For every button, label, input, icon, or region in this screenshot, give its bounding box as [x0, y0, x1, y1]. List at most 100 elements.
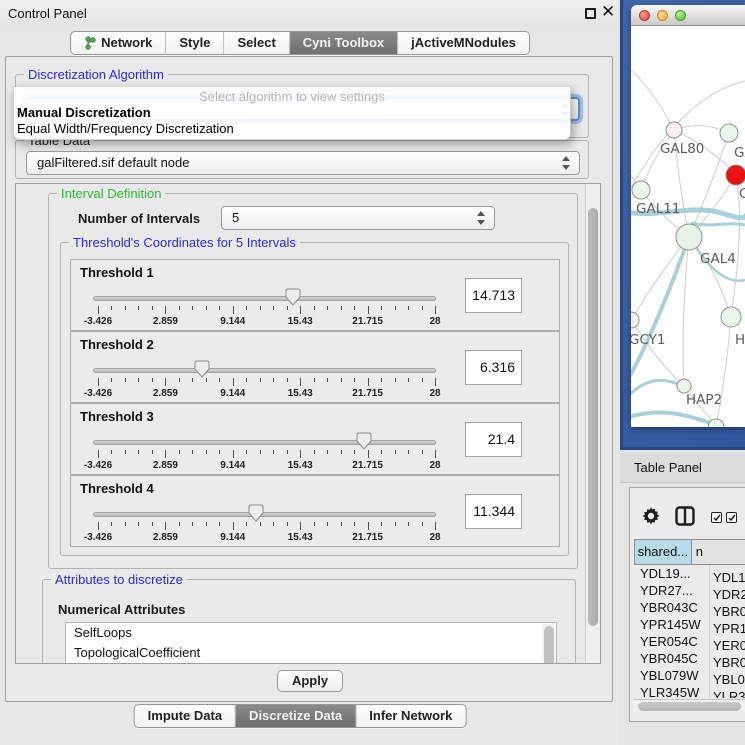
tab-impute-data[interactable]: Impute Data [135, 705, 236, 727]
checkbox-icon[interactable] [711, 512, 722, 523]
network-node[interactable] [666, 122, 682, 138]
apply-button[interactable]: Apply [277, 670, 343, 692]
tick-mark [152, 522, 153, 526]
table-row[interactable]: YPR145WYPR1 [634, 616, 745, 633]
network-node[interactable] [708, 419, 724, 427]
table-row[interactable]: YER054CYER0 [634, 633, 745, 650]
tab-style[interactable]: Style [166, 32, 224, 54]
tab-jactivemnodules-label: jActiveMNodules [411, 32, 516, 54]
table-panel-title: Table Panel [634, 452, 702, 483]
tick-mark [111, 522, 112, 526]
threshold-3-value-field[interactable]: 21.4 [465, 422, 522, 457]
network-node[interactable] [676, 224, 702, 250]
tab-infer-network[interactable]: Infer Network [356, 705, 465, 727]
number-of-intervals-combobox[interactable]: 5 [221, 206, 495, 230]
node-label: GA [734, 145, 745, 161]
network-view-window[interactable]: GAL80 GA C GAL11 GAL4 GCY1 H HAP2 [631, 5, 745, 427]
network-node[interactable] [677, 379, 691, 393]
group-title-thresholds: Threshold's Coordinates for 5 Intervals [69, 235, 300, 250]
tick-mark [341, 378, 342, 382]
tick-mark [273, 450, 274, 454]
tick-mark [206, 378, 207, 382]
threshold-1-value-field[interactable]: 14.713 [465, 278, 522, 313]
table-row[interactable]: YBR043CYBR0 [634, 599, 745, 616]
slider-track[interactable] [93, 440, 436, 445]
network-node[interactable] [632, 181, 650, 199]
network-canvas[interactable]: GAL80 GA C GAL11 GAL4 GCY1 H HAP2 [631, 26, 745, 427]
list-item[interactable]: SelfLoops [66, 623, 556, 643]
tick-label: 2.859 [153, 532, 178, 543]
node-label: H [735, 332, 745, 348]
list-item[interactable]: BetweennessCentrality [66, 662, 556, 664]
tick-mark [314, 306, 315, 310]
slider-tick-labels: -3.4262.8599.14415.4321.71528 [98, 532, 435, 544]
network-node[interactable] [631, 312, 639, 328]
network-window-titlebar[interactable] [631, 5, 745, 26]
panel-title: Control Panel [8, 0, 87, 27]
slider-tick-labels: -3.4262.8599.14415.4321.71528 [98, 316, 435, 328]
threshold-2-value-field[interactable]: 6.316 [465, 350, 522, 385]
tab-network[interactable]: Network [71, 32, 166, 54]
table-row[interactable]: YBL079WYBL0 [634, 667, 745, 684]
thresholds-group: Threshold's Coordinates for 5 Intervals … [60, 242, 569, 556]
slider-thumb[interactable] [285, 288, 301, 306]
tab-discretize-data[interactable]: Discretize Data [236, 705, 356, 727]
table-row[interactable]: YBR045CYBR0 [634, 650, 745, 667]
network-node-selected[interactable] [726, 165, 745, 185]
numerical-attributes-label: Numerical Attributes [58, 602, 185, 617]
gear-icon[interactable] [642, 507, 660, 525]
float-window-icon[interactable] [585, 8, 596, 19]
column-header-shared-name[interactable]: shared... [634, 539, 692, 565]
tab-jactivemnodules[interactable]: jActiveMNodules [398, 32, 529, 54]
network-node[interactable] [720, 124, 738, 142]
slider-track[interactable] [93, 296, 436, 301]
slider-thumb[interactable] [194, 360, 210, 378]
tick-mark [206, 522, 207, 526]
tick-mark [165, 306, 166, 314]
close-traffic-light-icon[interactable] [639, 10, 650, 21]
split-columns-icon[interactable] [675, 506, 695, 526]
tick-mark [260, 450, 261, 454]
table-data-combobox[interactable]: galFiltered.sif default node [26, 151, 580, 175]
table-row[interactable]: YDL19...YDL1 [634, 565, 745, 582]
tick-mark [138, 306, 139, 310]
tick-mark [435, 450, 436, 458]
checkbox-icon[interactable] [726, 512, 737, 523]
close-icon[interactable]: ✕ [601, 2, 615, 22]
table-row[interactable]: YDR27...YDR2 [634, 582, 745, 599]
table-row[interactable]: YLR345WYLR3 [634, 684, 745, 698]
table-horizontal-scrollbar[interactable] [634, 699, 745, 712]
tick-mark [219, 450, 220, 454]
scrollbar-thumb[interactable] [588, 208, 598, 626]
network-node[interactable] [721, 307, 741, 327]
popup-item-equal-width-frequency[interactable]: Equal Width/Frequency Discretization [14, 121, 570, 137]
tick-mark [233, 378, 234, 386]
slider-thumb[interactable] [356, 432, 372, 450]
tick-mark [125, 378, 126, 382]
scrollbar-thumb[interactable] [544, 626, 554, 664]
tick-mark [165, 522, 166, 530]
numerical-attributes-list[interactable]: SelfLoops TopologicalCoefficient Between… [65, 622, 557, 664]
minimize-traffic-light-icon[interactable] [657, 10, 668, 21]
zoom-traffic-light-icon[interactable] [675, 10, 686, 21]
threshold-4-value-field[interactable]: 11.344 [465, 494, 522, 529]
cell: YER054C [634, 633, 705, 650]
tick-label: -3.426 [84, 460, 112, 471]
tab-cyni-toolbox[interactable]: Cyni Toolbox [290, 32, 398, 54]
tick-mark [138, 378, 139, 382]
tick-label: 21.715 [352, 316, 383, 327]
settings-scrollbar[interactable] [585, 184, 600, 663]
scrollbar-thumb[interactable] [638, 702, 741, 711]
tick-mark [219, 522, 220, 526]
list-item[interactable]: TopologicalCoefficient [66, 643, 556, 663]
popup-item-manual-discretization[interactable]: Manual Discretization [14, 105, 570, 121]
tick-label: 15.43 [288, 532, 313, 543]
tab-select[interactable]: Select [224, 32, 289, 54]
threshold-1-row: Threshold 1 -3.4262.8599.14415.4321.7152… [70, 259, 560, 331]
slider-track[interactable] [93, 368, 436, 373]
column-header-name[interactable]: n [692, 539, 745, 565]
tick-mark [260, 378, 261, 382]
list-scrollbar[interactable] [542, 624, 555, 664]
slider-track[interactable] [93, 512, 436, 517]
slider-thumb[interactable] [248, 504, 264, 522]
